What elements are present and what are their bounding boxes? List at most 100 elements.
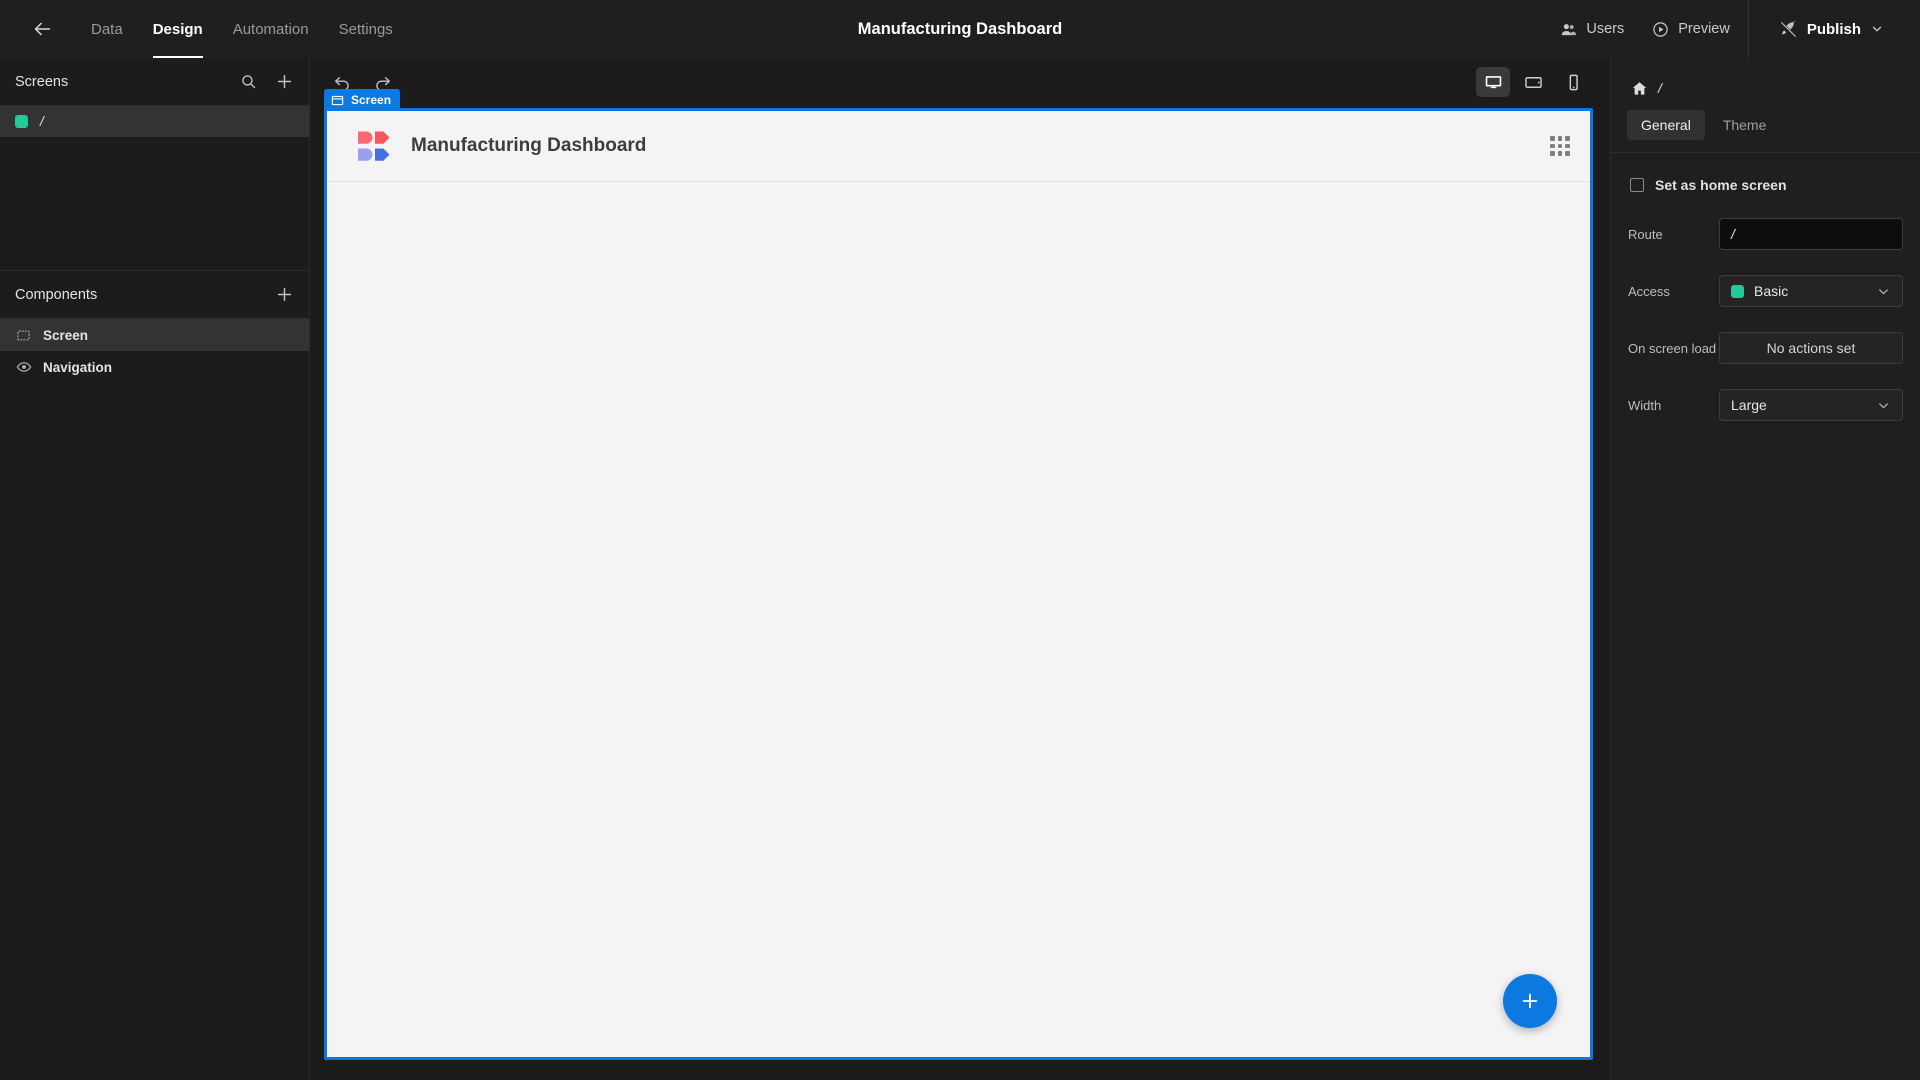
screens-panel-header: Screens — [0, 58, 309, 106]
tab-label: Theme — [1722, 117, 1767, 133]
tablet-icon — [1524, 76, 1542, 88]
component-item-navigation[interactable]: Navigation — [0, 351, 309, 383]
screen-frame[interactable]: Screen Manufacturing Dashboard — [324, 89, 1593, 1060]
on-screen-load-value: No actions set — [1766, 340, 1856, 356]
field-route: Route / — [1628, 218, 1903, 250]
nav-tabs: Data Design Automation Settings — [76, 0, 408, 58]
screen-body[interactable] — [327, 183, 1590, 1057]
screen-access-dot — [15, 115, 28, 128]
properties-body: Set as home screen Route / Access Basic … — [1611, 153, 1920, 421]
component-item-screen[interactable]: Screen — [0, 319, 309, 351]
mobile-icon — [1569, 74, 1578, 90]
route-input-value: / — [1731, 226, 1735, 242]
set-home-screen-label: Set as home screen — [1655, 177, 1787, 193]
desktop-icon — [1485, 75, 1501, 88]
right-properties-panel: / General Theme Set as home screen Route… — [1610, 58, 1920, 1080]
nav-tab-design[interactable]: Design — [138, 0, 218, 58]
add-component-button[interactable] — [273, 284, 295, 306]
plus-icon — [1522, 993, 1538, 1009]
components-list: Screen Navigation — [0, 319, 309, 383]
route-input[interactable]: / — [1719, 218, 1903, 250]
logo-shape-bottom-right — [374, 148, 390, 161]
eye-icon — [15, 359, 32, 376]
grid-dots-icon[interactable] — [1550, 136, 1570, 156]
breadcrumb: / — [1611, 68, 1920, 108]
component-label: Screen — [43, 327, 89, 343]
screens-panel-title: Screens — [15, 73, 69, 90]
nav-tab-label: Settings — [338, 20, 393, 38]
users-label: Users — [1586, 21, 1625, 37]
access-color-dot — [1731, 284, 1744, 298]
width-select-value: Large — [1731, 397, 1767, 413]
component-label: Navigation — [43, 359, 113, 375]
nav-tab-label: Data — [91, 20, 123, 38]
users-button[interactable]: Users — [1546, 13, 1638, 46]
screens-panel-actions — [237, 71, 295, 93]
tab-general[interactable]: General — [1627, 110, 1705, 140]
access-select[interactable]: Basic — [1719, 275, 1903, 307]
plus-icon — [277, 74, 291, 89]
top-bar-left: Data Design Automation Settings — [0, 0, 408, 58]
play-circle-icon — [1653, 21, 1668, 37]
search-icon — [241, 75, 255, 89]
device-toggle-desktop[interactable] — [1476, 67, 1510, 97]
screen-icon — [15, 327, 32, 344]
properties-tabs: General Theme — [1611, 108, 1920, 153]
arrow-left-icon — [34, 22, 51, 36]
publish-label: Publish — [1806, 20, 1861, 38]
width-select[interactable]: Large — [1719, 389, 1903, 421]
publish-rocket-icon — [1780, 20, 1797, 37]
breadcrumb-route: / — [1658, 80, 1662, 96]
tab-theme[interactable]: Theme — [1709, 110, 1781, 140]
tab-label: General — [1641, 117, 1691, 133]
components-panel-header: Components — [0, 271, 309, 319]
field-label-access: Access — [1628, 283, 1670, 299]
nav-tab-data[interactable]: Data — [76, 0, 138, 58]
field-label-route: Route — [1628, 226, 1663, 242]
screen-route-label: / — [40, 114, 44, 129]
set-home-screen-row[interactable]: Set as home screen — [1628, 171, 1903, 193]
on-screen-load-button[interactable]: No actions set — [1719, 332, 1903, 364]
screen-icon — [331, 95, 344, 105]
field-access: Access Basic — [1628, 275, 1903, 307]
preview-label: Preview — [1678, 21, 1730, 37]
nav-tab-label: Automation — [232, 20, 309, 38]
field-width: Width Large — [1628, 389, 1903, 421]
field-label-width: Width — [1628, 397, 1662, 413]
screen-app-title: Manufacturing Dashboard — [411, 135, 647, 156]
nav-tab-automation[interactable]: Automation — [218, 0, 324, 58]
set-home-screen-checkbox[interactable] — [1630, 178, 1644, 192]
publish-button[interactable]: Publish — [1765, 12, 1898, 47]
toolbar-divider — [1747, 0, 1749, 58]
access-select-value: Basic — [1754, 283, 1789, 299]
back-button[interactable] — [22, 9, 62, 49]
canvas-viewport: Screen Manufacturing Dashboard — [324, 89, 1593, 1060]
screen-selection-badge[interactable]: Screen — [324, 89, 401, 111]
canvas-area: Screen Manufacturing Dashboard — [311, 58, 1610, 1080]
screen-app-header[interactable]: Manufacturing Dashboard — [327, 111, 1590, 182]
chevron-down-icon — [1876, 398, 1891, 413]
top-bar-right: Users Preview Publish — [1546, 0, 1920, 58]
logo-shape-top-right — [374, 131, 390, 144]
screens-list: / — [0, 106, 309, 271]
components-panel-actions — [273, 284, 295, 306]
screen-badge-label: Screen — [351, 93, 392, 107]
logo-shape-bottom-left — [358, 148, 373, 161]
device-toggle-mobile[interactable] — [1556, 67, 1590, 97]
components-panel-title: Components — [15, 286, 98, 303]
chevron-down-icon — [1876, 284, 1891, 299]
publish-group: Publish — [1753, 12, 1920, 47]
home-icon[interactable] — [1631, 80, 1648, 97]
search-screens-button[interactable] — [237, 71, 259, 93]
nav-tab-settings[interactable]: Settings — [324, 0, 408, 58]
screen-list-item-root[interactable]: / — [0, 106, 309, 137]
add-component-fab[interactable] — [1503, 974, 1557, 1028]
canvas-toolbar — [311, 58, 1610, 106]
preview-button[interactable]: Preview — [1638, 13, 1744, 46]
plus-icon — [277, 287, 291, 302]
logo-shape-top-left — [358, 131, 373, 144]
device-toggle-tablet[interactable] — [1516, 67, 1550, 97]
add-screen-button[interactable] — [273, 71, 295, 93]
field-on-screen-load: On screen load No actions set — [1628, 332, 1903, 364]
field-label-on-screen-load: On screen load — [1628, 340, 1717, 356]
